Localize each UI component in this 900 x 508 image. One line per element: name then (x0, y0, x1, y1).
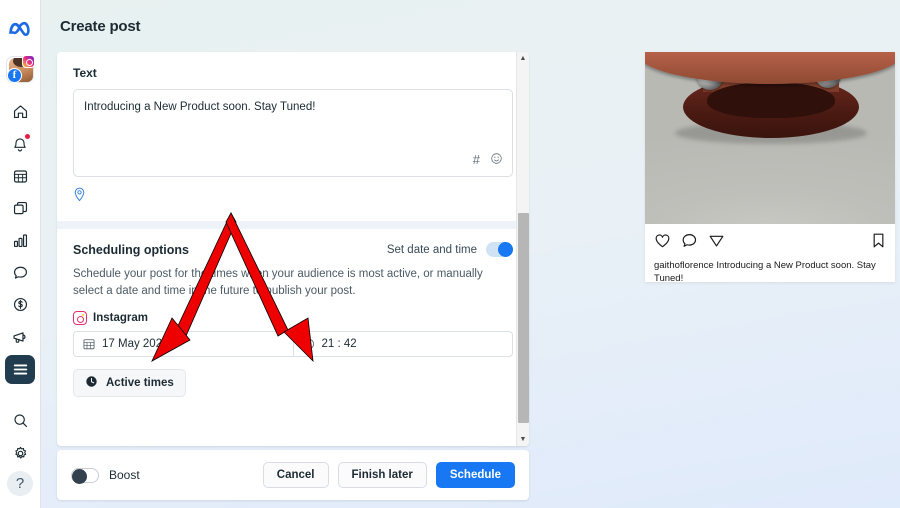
scheduling-title: Scheduling options (73, 242, 189, 257)
post-preview: gaithoflorence Introducing a New Product… (645, 52, 895, 284)
calendar-icon (83, 338, 95, 350)
sidebar-item-content[interactable] (5, 194, 35, 223)
help-button[interactable]: ? (7, 470, 33, 496)
left-sidebar: f ? (0, 0, 41, 508)
boost-label: Boost (109, 468, 140, 482)
section-divider (57, 221, 529, 229)
boost-toggle-group[interactable]: Boost (71, 467, 140, 484)
date-value: 17 May 2024 (102, 338, 169, 351)
notification-badge-dot (25, 134, 30, 140)
sidebar-item-monetization[interactable] (5, 290, 35, 319)
boost-toggle[interactable] (71, 467, 99, 484)
post-text-input[interactable]: Introducing a New Product soon. Stay Tun… (73, 89, 513, 177)
sidebar-item-planner[interactable] (5, 162, 35, 191)
meta-logo[interactable] (8, 20, 32, 42)
scroll-down-arrow-icon[interactable]: ▼ (517, 433, 530, 446)
scheduling-description: Schedule your post for the times when yo… (73, 268, 483, 297)
help-label: ? (15, 474, 25, 492)
instagram-badge-icon (22, 55, 35, 68)
text-toolbar: # (473, 152, 503, 170)
bar-chart-icon (13, 234, 27, 248)
toggle-knob (498, 242, 513, 257)
schedule-button[interactable]: Schedule (435, 462, 515, 488)
preview-actions-left (654, 232, 725, 254)
cancel-button[interactable]: Cancel (262, 462, 329, 488)
sidebar-item-home[interactable] (5, 97, 35, 126)
platform-label: Instagram (93, 312, 148, 325)
grid-icon (13, 170, 27, 183)
sidebar-item-ads[interactable] (5, 322, 35, 351)
emoji-icon[interactable] (490, 152, 503, 170)
location-pin-icon[interactable] (73, 187, 86, 206)
scroll-up-arrow-icon[interactable]: ▲ (517, 52, 530, 65)
time-value: 21 : 42 (321, 338, 357, 351)
sidebar-item-all-tools[interactable] (5, 354, 35, 384)
finish-later-button[interactable]: Finish later (337, 462, 427, 488)
page-title: Create post (60, 18, 141, 35)
create-post-card: Text Introducing a New Product soon. Sta… (57, 52, 529, 446)
table-top (645, 52, 895, 84)
dollar-circle-icon (13, 298, 27, 312)
sidebar-item-insights[interactable] (5, 226, 35, 255)
gear-icon (14, 446, 26, 459)
hamburger-icon (13, 364, 27, 375)
set-date-time-toggle[interactable] (486, 242, 513, 257)
platform-row-instagram: Instagram (73, 311, 513, 326)
set-date-time-toggle-group[interactable]: Set date and time (387, 242, 513, 257)
time-field[interactable]: 21 : 42 (292, 332, 513, 357)
comment-icon[interactable] (681, 232, 698, 254)
chat-bubble-icon (13, 266, 27, 279)
instagram-icon (73, 311, 87, 326)
preview-action-bar (645, 224, 895, 260)
bookmark-icon[interactable] (871, 232, 886, 254)
sidebar-item-search[interactable] (5, 406, 35, 435)
sidebar-item-inbox[interactable] (5, 258, 35, 287)
table-cavity (707, 82, 835, 118)
scrollbar-track[interactable] (517, 65, 530, 433)
sidebar-item-notifications[interactable] (5, 129, 35, 158)
post-text-value: Introducing a New Product soon. Stay Tun… (84, 101, 316, 113)
date-field[interactable]: 17 May 2024 (74, 332, 293, 356)
hashtag-icon[interactable]: # (473, 152, 480, 170)
home-icon (13, 105, 27, 119)
composer-footer: Boost Cancel Finish later Schedule (57, 450, 529, 500)
composer-scrollbar[interactable]: ▲ ▼ (516, 52, 529, 446)
avatar[interactable]: f (6, 55, 35, 84)
scheduling-header: Scheduling options Set date and time (73, 242, 513, 257)
boost-toggle-knob (72, 468, 87, 484)
megaphone-icon (13, 331, 26, 343)
active-times-button[interactable]: Active times (73, 369, 186, 398)
date-time-row: 17 May 2024 21 : 42 (73, 331, 513, 358)
text-section-label: Text (73, 66, 97, 80)
sidebar-item-settings[interactable] (5, 438, 35, 467)
scrollbar-thumb[interactable] (517, 213, 529, 423)
copy-icon (13, 201, 27, 215)
preview-image (645, 52, 895, 224)
search-icon (13, 414, 27, 428)
clock-filled-icon (85, 375, 98, 391)
preview-username: gaithoflorence (654, 260, 714, 271)
paper-plane-icon[interactable] (708, 232, 725, 254)
scheduling-options-section: Scheduling options Set date and time Sch… (57, 229, 529, 398)
preview-caption: gaithoflorence Introducing a New Product… (645, 260, 895, 295)
text-section: Text Introducing a New Product soon. Sta… (57, 52, 529, 177)
active-times-label: Active times (106, 377, 174, 390)
location-row (57, 177, 529, 221)
clock-icon (303, 338, 315, 350)
set-date-time-label: Set date and time (386, 243, 477, 256)
heart-icon[interactable] (654, 232, 671, 254)
